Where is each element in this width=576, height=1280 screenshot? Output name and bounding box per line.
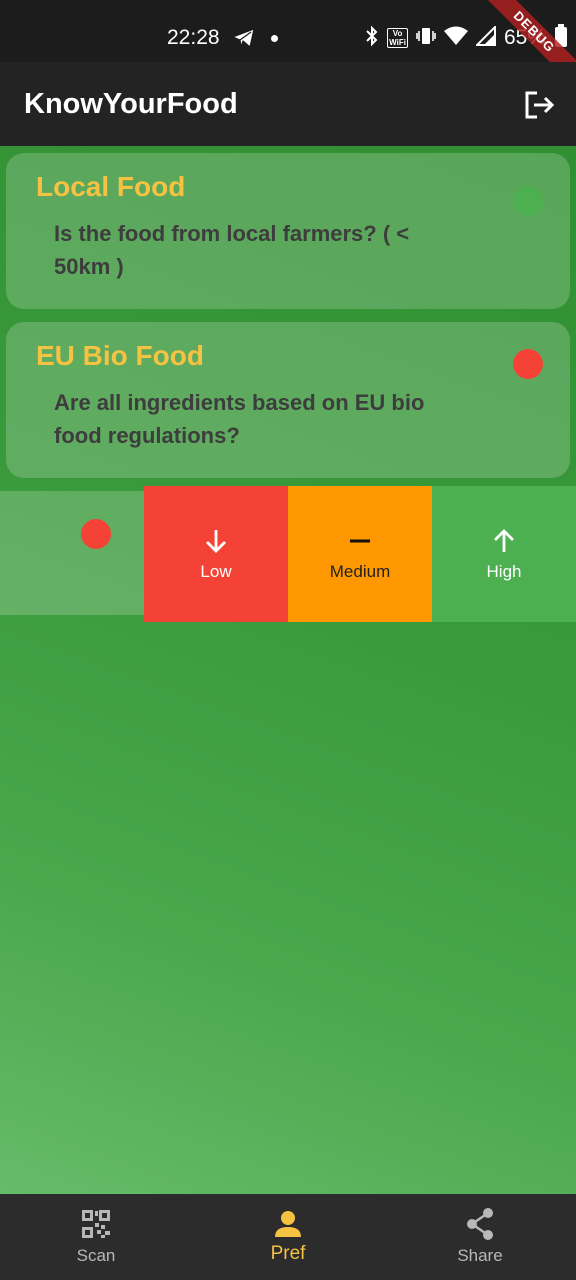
status-indicator (513, 186, 543, 216)
low-priority-button[interactable]: Low (144, 486, 288, 622)
minus-icon (348, 526, 372, 556)
preferences-list: Local Food Is the food from local farmer… (0, 146, 576, 1194)
app-bar: KnowYourFood (0, 62, 576, 146)
nav-item-scan[interactable]: Scan (0, 1194, 192, 1280)
nav-item-pref[interactable]: Pref (192, 1194, 384, 1280)
logout-button[interactable] (520, 86, 558, 124)
arrow-up-icon (491, 526, 517, 556)
nav-label-share: Share (457, 1246, 503, 1265)
swiped-preference-row[interactable]: Low Medium High (0, 486, 576, 622)
vowifi-bottom: WiFi (389, 38, 406, 47)
nav-item-share[interactable]: Share (384, 1194, 576, 1280)
high-label: High (486, 562, 522, 581)
bluetooth-icon (365, 25, 379, 52)
card-title: EU Bio Food (36, 340, 204, 371)
nav-label-pref: Pref (270, 1243, 306, 1264)
qr-code-icon (81, 1207, 111, 1241)
low-label: Low (200, 562, 232, 581)
telegram-icon (232, 28, 256, 53)
vibrate-icon (416, 26, 436, 51)
card-title: Local Food (36, 171, 186, 202)
preference-card-local-food[interactable]: Local Food Is the food from local farmer… (6, 153, 570, 309)
high-priority-button[interactable]: High (432, 486, 576, 622)
medium-priority-button[interactable]: Medium (288, 486, 432, 622)
status-indicator (513, 349, 543, 379)
card-question: Is the food from local farmers? ( < 50km… (54, 221, 410, 279)
person-icon (273, 1207, 303, 1241)
arrow-down-icon (203, 526, 229, 556)
logout-icon (525, 91, 555, 119)
share-icon (465, 1207, 495, 1241)
status-time: 22:28 (167, 26, 220, 49)
nav-label-scan: Scan (76, 1246, 116, 1265)
bottom-navigation: Scan Pref Share (0, 1194, 576, 1280)
medium-label: Medium (329, 562, 391, 581)
notification-dot-icon (271, 35, 278, 42)
app-title: KnowYourFood (24, 88, 238, 120)
card-question: Are all ingredients based on EU bio food… (54, 390, 425, 448)
wifi-icon (443, 26, 468, 51)
swiped-card[interactable] (0, 491, 144, 615)
signal-icon (474, 24, 496, 51)
vowifi-top: Vo (392, 29, 403, 38)
status-indicator (81, 519, 111, 549)
status-bar: 22:28 Vo WiFi 65% DEBUG (0, 0, 576, 62)
preference-card-eu-bio-food[interactable]: EU Bio Food Are all ingredients based on… (6, 322, 570, 478)
vowifi-icon: Vo WiFi (387, 28, 408, 48)
